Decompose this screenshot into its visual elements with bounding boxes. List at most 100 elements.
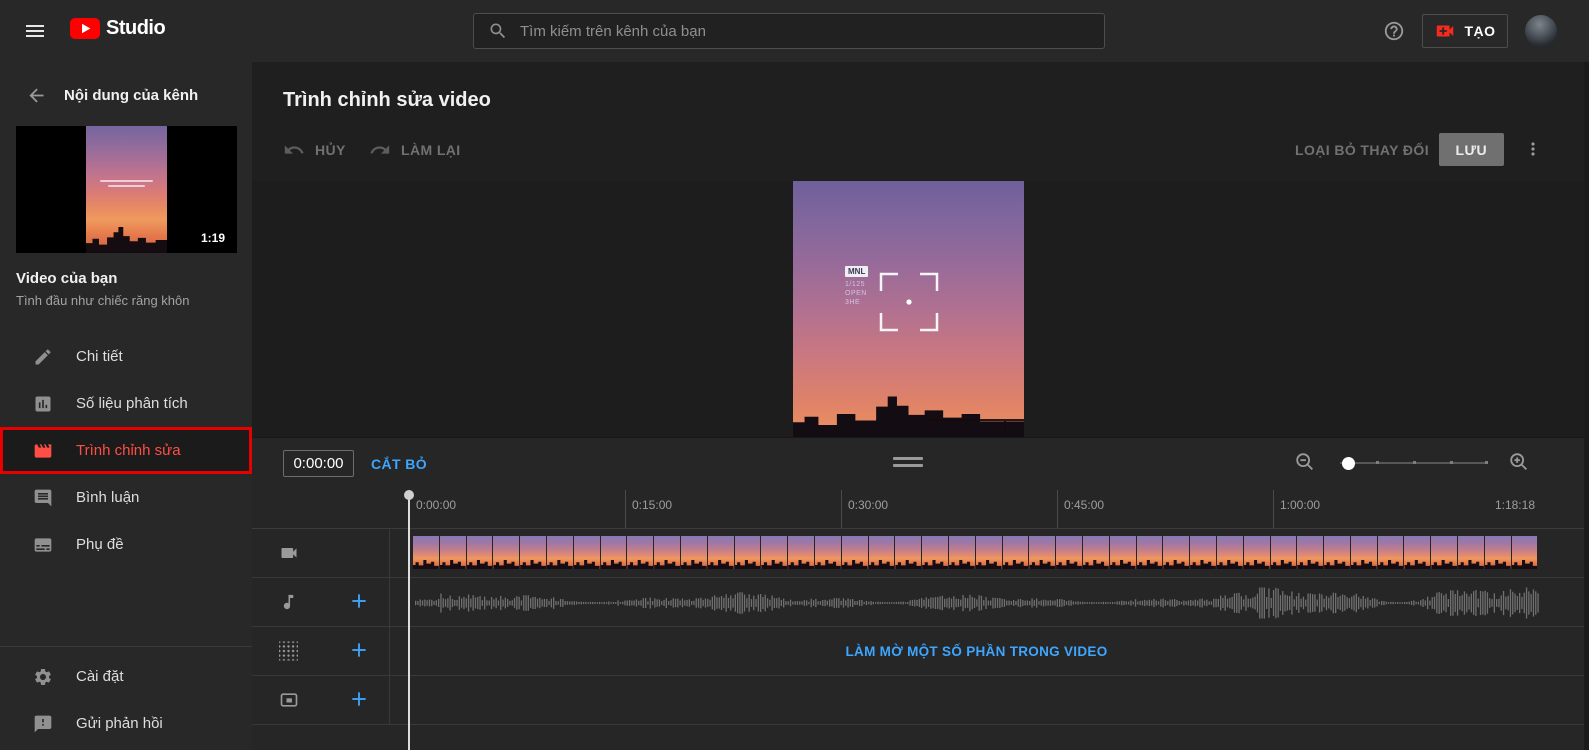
video-camera-icon <box>279 543 299 563</box>
blur-track-body: LÀM MỜ MỘT SỐ PHẦN TRONG VIDEO <box>390 627 1589 675</box>
slider-tick <box>1376 461 1379 464</box>
sidebar-item-label: Gửi phản hồi <box>76 715 163 732</box>
add-blur-button[interactable] <box>348 640 370 662</box>
sidebar-item-editor[interactable]: Trình chỉnh sửa <box>0 427 252 474</box>
undo-button[interactable]: HỦY <box>283 135 346 165</box>
save-button[interactable]: LƯU <box>1438 133 1504 166</box>
zoom-out-icon[interactable] <box>1293 451 1317 475</box>
playhead[interactable] <box>404 490 414 750</box>
audio-track-row <box>252 578 1589 627</box>
trim-button[interactable]: CẮT BỎ <box>371 450 427 477</box>
ruler-tick-label: 0:30:00 <box>841 490 888 528</box>
audio-track-header <box>252 578 390 626</box>
youtube-play-icon <box>70 18 100 39</box>
audio-waveform[interactable] <box>413 587 1540 619</box>
focus-frame-icon <box>879 272 939 332</box>
video-track-row <box>252 529 1589 578</box>
slider-tick <box>1485 461 1488 464</box>
undo-label: HỦY <box>315 142 346 158</box>
sidebar-item-label: Số liệu phân tích <box>76 395 188 412</box>
vertical-scrollbar[interactable] <box>1584 62 1589 750</box>
camera-setting: 3HE <box>845 299 861 306</box>
youtube-studio-logo[interactable]: Studio <box>70 17 166 40</box>
blur-video-cta[interactable]: LÀM MỜ MỘT SỐ PHẦN TRONG VIDEO <box>413 627 1540 675</box>
timeline-tracks: LÀM MỜ MỘT SỐ PHẦN TRONG VIDEO <box>252 529 1589 725</box>
create-button-label: TẠO <box>1464 23 1496 39</box>
add-endscreen-button[interactable] <box>348 689 370 711</box>
back-arrow-icon[interactable] <box>26 85 47 106</box>
subtitles-icon <box>34 537 52 552</box>
sidebar-item-label: Bình luận <box>76 489 140 506</box>
analytics-icon <box>35 396 51 411</box>
sidebar-item-feedback[interactable]: Gửi phản hồi <box>0 700 252 747</box>
video-duration-badge: 1:19 <box>196 230 229 246</box>
help-icon[interactable] <box>1383 20 1405 42</box>
video-preview[interactable]: MNL 1/125 OPEN 3HE <box>793 181 1024 437</box>
video-owner-label: Video của bạn <box>16 270 118 287</box>
filmstrip[interactable] <box>413 536 1540 569</box>
timeline-ruler[interactable]: 0:00:00 0:15:00 0:30:00 0:45:00 1:00:00 … <box>252 488 1589 529</box>
zoom-slider-thumb[interactable] <box>1342 457 1355 470</box>
endscreen-track-body <box>390 676 1589 724</box>
slider-tick <box>1413 461 1416 464</box>
editor-main: Trình chỉnh sửa video HỦY LÀM LẠI LOẠI B… <box>252 62 1589 750</box>
sidebar-item-label: Trình chỉnh sửa <box>76 442 181 459</box>
menu-hamburger-icon[interactable] <box>21 19 49 43</box>
editor-toolbar: HỦY LÀM LẠI LOẠI BỎ THAY ĐỔI LƯU <box>283 133 1589 166</box>
ruler-tick-label: 0:45:00 <box>1057 490 1104 528</box>
undo-icon <box>284 145 304 154</box>
create-button[interactable]: TẠO <box>1422 14 1508 48</box>
endscreen-track-row <box>252 676 1589 725</box>
add-audio-button[interactable] <box>348 591 370 613</box>
camera-tag: MNL <box>845 266 869 277</box>
camera-setting: OPEN <box>845 290 867 297</box>
sidebar-item-label: Phụ đề <box>76 536 124 553</box>
endscreen-track-header <box>252 676 390 724</box>
ruler-tick-label: 0:00:00 <box>409 490 456 528</box>
gear-icon <box>35 668 51 685</box>
sidebar-back-header: Nội dung của kênh <box>0 62 252 118</box>
sidebar-item-details[interactable]: Chi tiết <box>0 333 252 380</box>
channel-search-box <box>473 13 1105 49</box>
video-meta: Video của bạn Tình đầu như chiếc răng kh… <box>0 253 252 308</box>
sidebar-item-settings[interactable]: Cài đặt <box>0 653 252 700</box>
city-skyline <box>793 396 1024 437</box>
redo-icon <box>370 145 390 154</box>
comment-icon <box>34 489 52 506</box>
search-input[interactable] <box>520 22 1104 40</box>
blur-track-header <box>252 627 390 675</box>
current-time-field[interactable]: 0:00:00 <box>283 450 354 477</box>
topbar: Studio TẠO <box>0 0 1589 62</box>
zoom-in-icon[interactable] <box>1507 451 1531 475</box>
sidebar-item-label: Chi tiết <box>76 348 123 365</box>
ruler-end-label: 1:18:18 <box>1494 498 1535 512</box>
pencil-icon <box>35 348 51 364</box>
feedback-icon <box>34 715 52 732</box>
sidebar-item-label: Cài đặt <box>76 668 124 685</box>
kebab-menu-icon[interactable] <box>1521 137 1545 163</box>
movie-clapper-icon <box>34 443 52 458</box>
discard-changes-button[interactable]: LOẠI BỎ THAY ĐỔI <box>1295 135 1429 165</box>
camera-setting: 1/125 <box>845 281 866 288</box>
ruler-tick-label: 1:00:00 <box>1273 490 1320 528</box>
redo-button[interactable]: LÀM LẠI <box>369 135 461 165</box>
panel-resize-handle[interactable] <box>893 457 923 471</box>
video-thumbnail: 1:19 <box>16 126 237 253</box>
playhead-knob[interactable] <box>404 490 414 500</box>
page-title: Trình chỉnh sửa video <box>283 89 491 111</box>
video-track-body <box>390 529 1589 577</box>
sidebar-item-comments[interactable]: Bình luận <box>0 474 252 521</box>
thumbnail-skyline <box>86 227 167 253</box>
video-plus-icon <box>1437 25 1454 37</box>
sidebar-item-subtitles[interactable]: Phụ đề <box>0 521 252 568</box>
sidebar-item-analytics[interactable]: Số liệu phân tích <box>0 380 252 427</box>
sidebar-menu: Chi tiết Số liệu phân tích Trình chỉnh s… <box>0 333 252 568</box>
sidebar-title: Nội dung của kênh <box>64 87 199 104</box>
account-avatar[interactable] <box>1525 15 1557 47</box>
video-thumbnail-image <box>86 126 167 253</box>
thumbnail-caption-lines <box>100 180 153 190</box>
audio-track-body <box>390 578 1589 626</box>
zoom-slider[interactable] <box>1340 457 1488 470</box>
timeline-panel: 0:00:00 CẮT BỎ 0:00:00 0:15:00 0:30:00 0… <box>252 437 1589 750</box>
railing-silhouette <box>929 419 1024 431</box>
